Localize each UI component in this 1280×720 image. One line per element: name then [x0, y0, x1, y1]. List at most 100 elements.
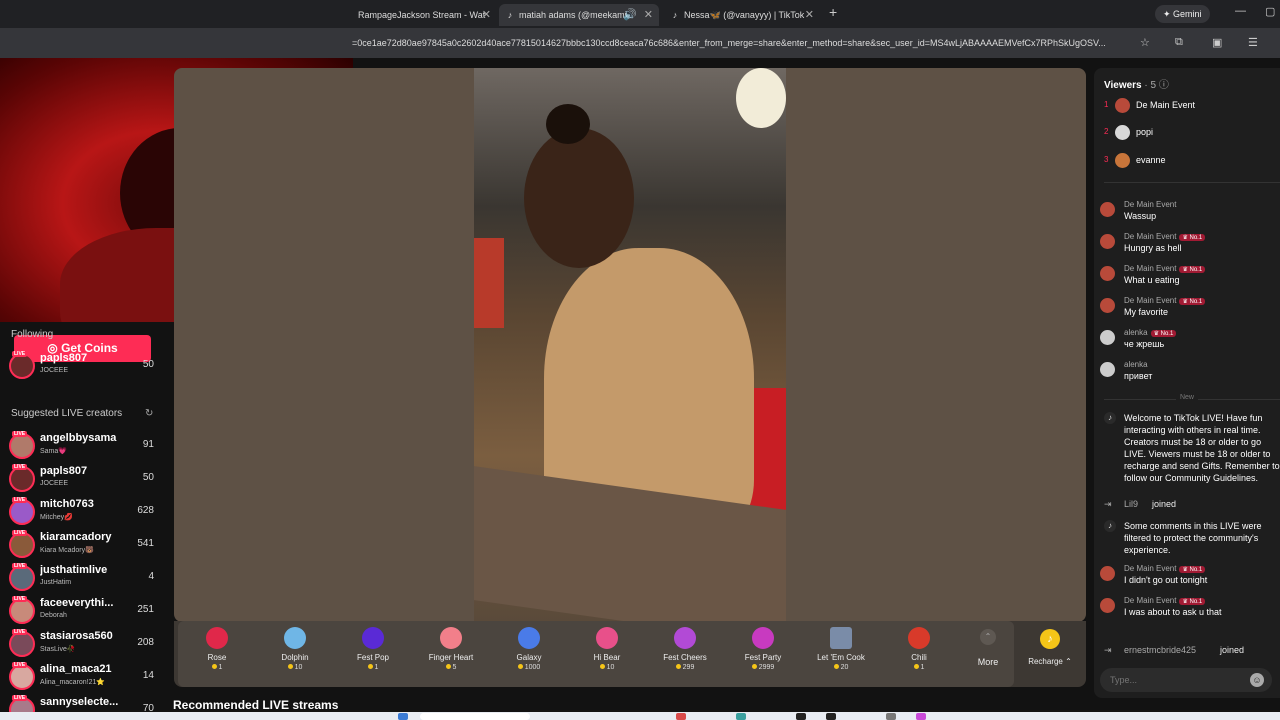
taskbar-app-icon[interactable]: [886, 713, 896, 720]
gift-price: 5: [412, 664, 490, 671]
coin-icon: [367, 664, 373, 669]
join-username[interactable]: ernestmcbride425: [1124, 645, 1196, 655]
gift-price-value: 10: [606, 664, 615, 671]
gift-let-em-cook[interactable]: Let 'Em Cook 20: [802, 621, 880, 687]
rank-badge: ♛ No.1: [1179, 266, 1206, 273]
taskbar-app-icon[interactable]: [916, 713, 926, 720]
gift-fest-party[interactable]: Fest Party 2999: [724, 621, 802, 687]
coin-icon: [211, 664, 217, 669]
suggested-creator[interactable]: LIVE kiaramcadory Kiara Mcadory🐻 541: [9, 530, 159, 560]
tab-rampage[interactable]: RampageJackson Stream - Wat ✕: [352, 4, 497, 26]
coin-icon: [599, 664, 605, 669]
tab-matiah[interactable]: ♪ matiah adams (@meekamil 🔊 ✕: [499, 4, 659, 26]
tab-nessa[interactable]: ♪ Nessa🦋 (@vanayyy) | TikTok ✕: [664, 4, 820, 26]
recommended-heading: Recommended LIVE streams: [173, 698, 339, 712]
start-icon[interactable]: [398, 713, 408, 720]
taskbar-app-icon[interactable]: [676, 713, 686, 720]
taskbar-app-icon[interactable]: [736, 713, 746, 720]
gift-galaxy[interactable]: Galaxy 1000: [490, 621, 568, 687]
suggested-creator[interactable]: LIVE stasiarosa560 StasLive🥀 208: [9, 629, 159, 659]
live-video-frame[interactable]: [474, 68, 786, 622]
creator-nickname: Sama💗: [40, 448, 68, 455]
more-label: More: [977, 657, 999, 667]
avatar: [1100, 566, 1115, 581]
coin-icon: [833, 664, 839, 669]
chat-username[interactable]: De Main Event: [1124, 296, 1176, 305]
split-view-icon[interactable]: ▣: [1212, 36, 1222, 49]
chat-username[interactable]: De Main Event: [1124, 564, 1176, 573]
gift-chili[interactable]: Chili 1: [880, 621, 958, 687]
join-icon: ⇥: [1104, 645, 1112, 655]
live-badge: LIVE: [12, 629, 28, 635]
star-icon[interactable]: ☆: [1140, 36, 1150, 49]
gift-name: Fest Party: [744, 653, 782, 662]
more-gifts-button[interactable]: ⌃ More: [968, 629, 1008, 667]
creator-name: justhatimlive: [40, 564, 108, 576]
gift-hi-bear[interactable]: Hi Bear 10: [568, 621, 646, 687]
recharge-button[interactable]: ♪ Recharge ⌃: [1020, 629, 1080, 666]
suggested-creator[interactable]: LIVE angelbbysama Sama💗 91: [9, 431, 159, 461]
chat-input[interactable]: [1110, 668, 1240, 692]
rank-badge: ♛ No.1: [1150, 330, 1177, 337]
gift-fest-cheers[interactable]: Fest Cheers 299: [646, 621, 724, 687]
taskbar-search[interactable]: [420, 713, 530, 720]
gift-price-value: 2999: [758, 664, 775, 671]
gift-price: 10: [256, 664, 334, 671]
chat-text: What u eating: [1124, 275, 1180, 285]
chat-username[interactable]: alenka: [1124, 328, 1148, 337]
suggested-creator[interactable]: LIVE papls807 JOCEEE 50: [9, 464, 159, 494]
live-video-player[interactable]: [174, 68, 1086, 622]
rank-badge: ♛ No.1: [1179, 234, 1206, 241]
gift-finger-heart[interactable]: Finger Heart 5: [412, 621, 490, 687]
chat-username[interactable]: De Main Event: [1124, 232, 1176, 241]
suggested-creator[interactable]: LIVE justhatimlive JustHatim 4: [9, 563, 159, 593]
tiktok-icon: ♪: [507, 10, 513, 20]
suggested-creator[interactable]: LIVE sannyselecte... 70: [9, 695, 159, 712]
gift-fest-pop[interactable]: Fest Pop 1: [334, 621, 412, 687]
close-icon[interactable]: ✕: [644, 4, 653, 26]
viewer-row[interactable]: 2 popi: [1104, 123, 1274, 143]
speaker-icon[interactable]: 🔊: [623, 4, 637, 26]
suggested-heading: Suggested LIVE creators: [11, 408, 123, 419]
refresh-icon[interactable]: ↻: [145, 408, 153, 419]
creator-nickname: Deborah: [40, 612, 67, 619]
gift-rose[interactable]: Rose 1: [178, 621, 256, 687]
chat-username[interactable]: De Main Event: [1124, 596, 1176, 605]
new-tab-button[interactable]: +: [829, 4, 837, 20]
chat-panel: Viewers · 5 ⓘ 1 De Main Event 2 popi 3 e…: [1094, 68, 1280, 698]
gift-price-value: 5: [452, 664, 457, 671]
close-icon[interactable]: ✕: [482, 4, 491, 26]
tiktok-coin-icon: ♪: [1040, 629, 1060, 649]
viewer-row[interactable]: 1 De Main Event: [1104, 96, 1274, 116]
suggested-creator[interactable]: LIVE alina_maca21 Alina_macaron!21⭐ 14: [9, 662, 159, 692]
close-icon[interactable]: ✕: [805, 4, 814, 26]
join-username[interactable]: Lil9: [1124, 499, 1138, 509]
maximize-icon[interactable]: ▢: [1265, 5, 1275, 18]
gift-price: 2999: [724, 664, 802, 671]
avatar: [1115, 98, 1130, 113]
chat-username[interactable]: De Main Event: [1124, 264, 1176, 273]
avatar: [1100, 266, 1115, 281]
emoji-icon[interactable]: ☺: [1250, 673, 1264, 687]
chat-username[interactable]: De Main Event: [1124, 200, 1176, 209]
url-field[interactable]: =0ce1ae72d80ae97845a0c2602d40ace77815014…: [352, 34, 1132, 52]
taskbar-app-icon[interactable]: [796, 713, 806, 720]
viewer-count: 208: [137, 637, 154, 648]
reading-list-icon[interactable]: ☰: [1248, 36, 1258, 49]
suggested-creator[interactable]: LIVE faceeverythi... Deborah 251: [9, 596, 159, 626]
minimize-icon[interactable]: —: [1235, 5, 1246, 17]
chat-text: Hungry as hell: [1124, 243, 1182, 253]
info-icon[interactable]: ⓘ: [1159, 80, 1169, 91]
chat-user-line: De Main Event ♛ No.1: [1124, 296, 1206, 305]
creator-name: papls807: [40, 352, 88, 364]
gemini-button[interactable]: ✦ Gemini: [1155, 5, 1210, 23]
taskbar-app-icon[interactable]: [826, 713, 836, 720]
following-creator[interactable]: LIVE papls807 JOCEEE 50: [9, 351, 159, 381]
gift-dolphin[interactable]: Dolphin 10: [256, 621, 334, 687]
suggested-creator[interactable]: LIVE mitch0763 Mitchey💋 628: [9, 497, 159, 527]
video-poster: [474, 238, 504, 328]
chat-username[interactable]: alenka: [1124, 360, 1148, 369]
viewer-row[interactable]: 3 evanne: [1104, 151, 1274, 171]
live-badge: LIVE: [12, 530, 28, 536]
extensions-icon[interactable]: ⧉: [1175, 36, 1183, 49]
